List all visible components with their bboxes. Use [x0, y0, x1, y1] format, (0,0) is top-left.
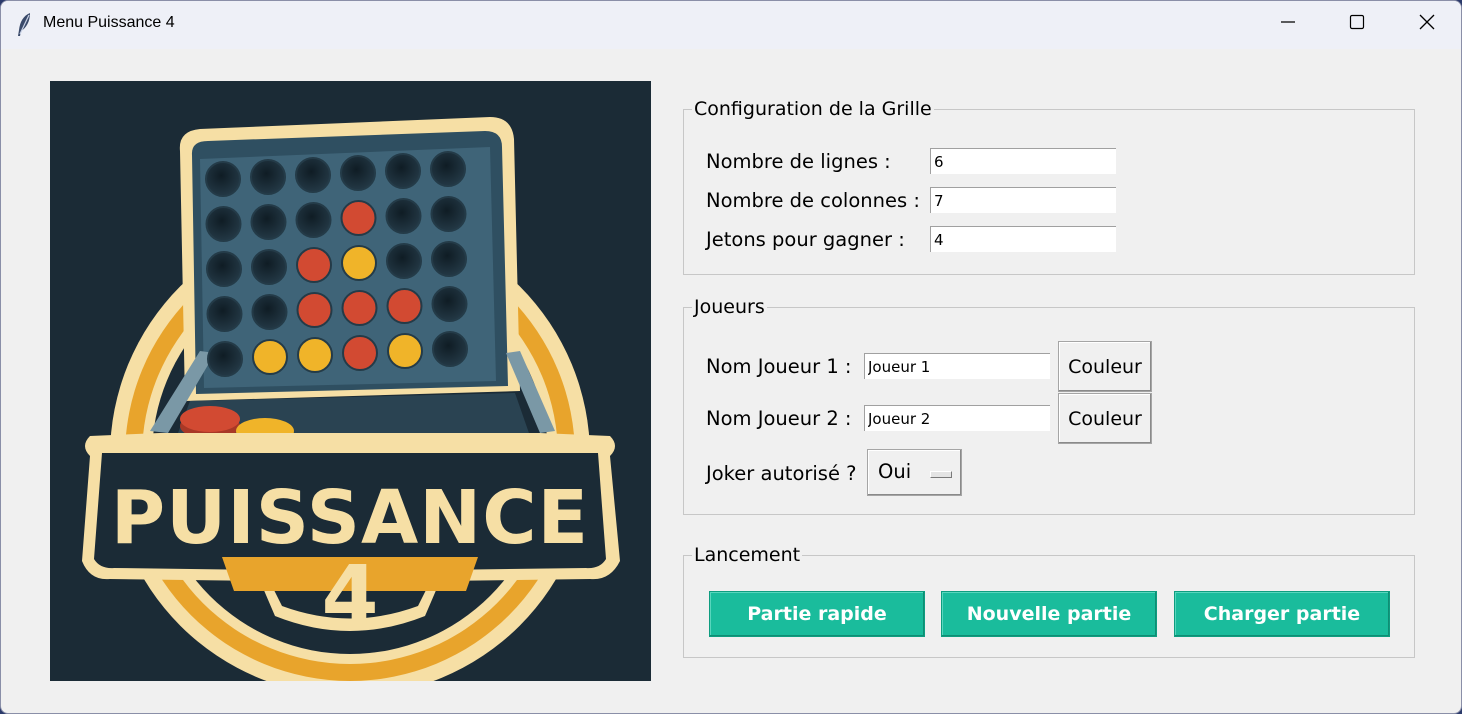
player1-name-input[interactable] — [864, 353, 1050, 379]
players-title: Joueurs — [692, 295, 767, 319]
launch-title: Lancement — [692, 543, 803, 567]
rows-label: Nombre de lignes : — [706, 150, 891, 173]
load-game-button[interactable]: Charger partie — [1174, 591, 1390, 637]
close-button[interactable] — [1392, 1, 1461, 47]
close-icon — [1418, 13, 1436, 35]
grid-config-title: Configuration de la Grille — [692, 97, 934, 121]
rows-input[interactable] — [930, 148, 1116, 174]
maximize-icon — [1348, 13, 1366, 35]
puissance4-logo-image: PUISSANCE 4 — [50, 81, 651, 681]
minimize-icon — [1279, 13, 1297, 35]
win-tokens-label: Jetons pour gagner : — [706, 228, 905, 251]
player1-label: Nom Joueur 1 : — [706, 355, 852, 378]
logo-brand-number: 4 — [321, 549, 378, 644]
maximize-button[interactable] — [1322, 1, 1392, 47]
player2-name-input[interactable] — [864, 405, 1050, 431]
player2-label: Nom Joueur 2 : — [706, 407, 852, 430]
joker-label: Joker autorisé ? — [706, 462, 857, 485]
window-title: Menu Puissance 4 — [43, 14, 175, 31]
joker-option-value: Oui — [878, 460, 912, 483]
launch-group: Lancement Partie rapide Nouvelle partie … — [683, 543, 1415, 658]
cols-input[interactable] — [930, 187, 1116, 213]
new-game-button[interactable]: Nouvelle partie — [941, 591, 1157, 637]
minimize-button[interactable] — [1253, 1, 1323, 47]
player2-color-button[interactable]: Couleur — [1058, 393, 1152, 444]
title-bar[interactable]: Menu Puissance 4 — [1, 1, 1461, 49]
joker-option-menu[interactable]: Oui — [867, 449, 962, 496]
player1-color-button[interactable]: Couleur — [1058, 341, 1152, 392]
feather-icon — [15, 12, 35, 38]
app-window: Menu Puissance 4 PUISSANCE 4 Configurati… — [0, 0, 1462, 714]
grid-config-group: Configuration de la Grille Nombre de lig… — [683, 97, 1415, 275]
players-group: Joueurs Nom Joueur 1 : Couleur Nom Joueu… — [683, 295, 1415, 515]
cols-label: Nombre de colonnes : — [706, 189, 920, 212]
quick-game-button[interactable]: Partie rapide — [709, 591, 925, 637]
win-tokens-input[interactable] — [930, 226, 1116, 252]
option-indicator-icon — [930, 471, 952, 478]
